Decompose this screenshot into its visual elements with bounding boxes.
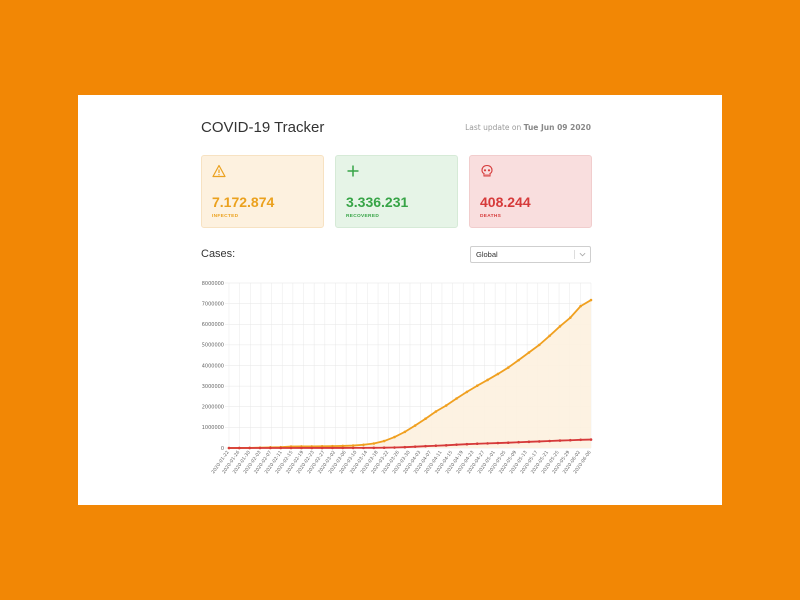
series-point-1 <box>506 441 510 444</box>
series-point-0 <box>517 358 520 362</box>
series-point-1 <box>517 440 520 444</box>
series-point-0 <box>351 444 355 447</box>
series-point-0 <box>548 334 551 338</box>
series-point-0 <box>506 366 510 369</box>
series-point-0 <box>362 443 365 447</box>
series-point-1 <box>310 446 314 450</box>
series-point-0 <box>496 372 500 376</box>
series-point-1 <box>258 446 262 450</box>
series-point-1 <box>569 438 572 442</box>
series-point-0 <box>486 378 489 382</box>
tracker-card: COVID-19 Tracker Last update on Tue Jun … <box>78 95 722 505</box>
series-point-0 <box>465 390 469 394</box>
series-point-1 <box>475 442 479 446</box>
series-point-1 <box>382 446 386 449</box>
y-tick-label: 8000000 <box>202 281 224 287</box>
y-tick-label: 6000000 <box>202 322 224 328</box>
series-point-1 <box>331 446 334 450</box>
series-point-1 <box>558 439 562 442</box>
series-point-1 <box>300 446 303 450</box>
y-tick-label: 2000000 <box>202 405 224 411</box>
y-tick-label: 3000000 <box>202 384 224 390</box>
y-tick-label: 5000000 <box>202 343 224 349</box>
y-tick-label: 4000000 <box>202 363 224 369</box>
series-point-0 <box>579 304 582 308</box>
series-point-0 <box>569 316 572 319</box>
series-point-1 <box>238 446 241 450</box>
series-point-0 <box>424 417 427 421</box>
series-point-1 <box>403 445 407 449</box>
series-point-1 <box>496 441 500 445</box>
series-point-1 <box>455 443 458 446</box>
series-point-0 <box>434 410 438 413</box>
series-point-1 <box>444 444 448 447</box>
series-point-1 <box>351 446 355 450</box>
series-point-1 <box>289 446 293 450</box>
series-point-1 <box>248 446 251 450</box>
series-point-1 <box>486 442 489 445</box>
series-point-0 <box>444 404 448 407</box>
series-point-1 <box>320 446 324 450</box>
series-point-1 <box>362 446 365 450</box>
series-point-1 <box>579 438 582 442</box>
series-point-1 <box>269 446 272 450</box>
series-point-1 <box>548 439 551 443</box>
series-point-1 <box>227 446 231 450</box>
series-point-0 <box>393 435 396 439</box>
series-point-0 <box>413 424 417 427</box>
series-point-1 <box>372 446 376 450</box>
series-point-1 <box>279 446 283 450</box>
series-point-1 <box>341 446 345 450</box>
series-point-0 <box>403 430 407 434</box>
series-point-0 <box>589 298 593 302</box>
y-tick-label: 0 <box>221 446 224 452</box>
series-point-0 <box>558 325 562 328</box>
series-point-0 <box>475 384 479 388</box>
series-point-1 <box>393 446 396 449</box>
series-point-1 <box>465 442 469 446</box>
series-point-1 <box>537 440 541 443</box>
series-point-1 <box>424 444 427 448</box>
y-tick-label: 1000000 <box>202 425 224 431</box>
y-tick-label: 7000000 <box>202 301 224 307</box>
series-point-1 <box>434 444 438 448</box>
series-point-1 <box>589 438 593 441</box>
series-point-0 <box>372 442 376 445</box>
series-point-0 <box>382 439 386 443</box>
series-point-0 <box>455 397 458 400</box>
series-point-1 <box>413 445 417 448</box>
series-point-1 <box>527 440 531 444</box>
cases-chart: 0 1000000 2000000 3000000 4000000 5000000 6000… <box>202 281 593 475</box>
series-point-0 <box>537 343 541 347</box>
series-point-0 <box>527 351 531 354</box>
